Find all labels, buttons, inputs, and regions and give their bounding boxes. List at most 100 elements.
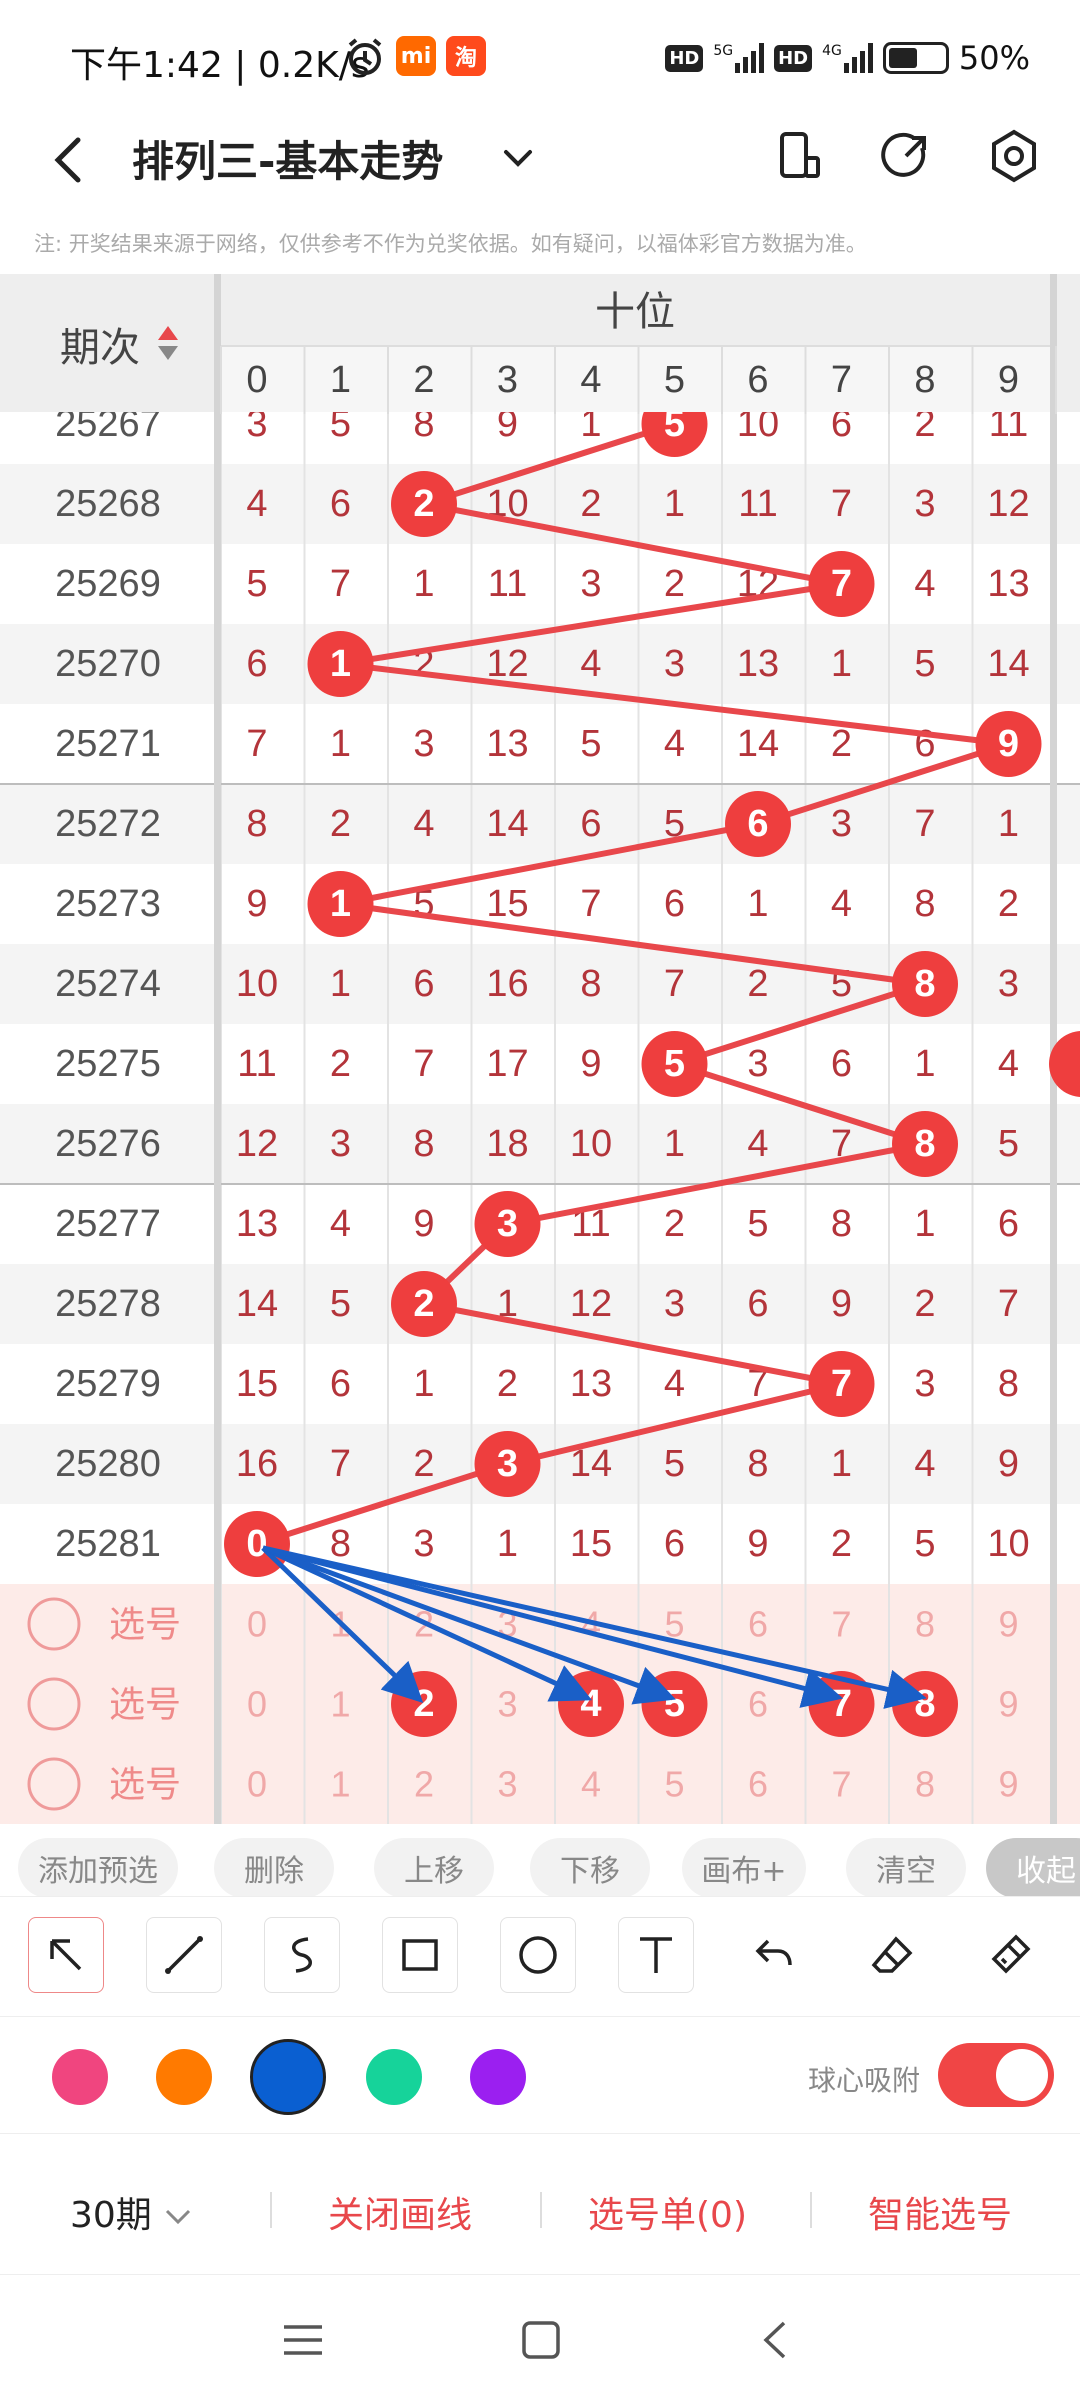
pick-list-button[interactable]: 选号单(0) [588, 2186, 747, 2238]
hit-number: 6 [747, 803, 768, 845]
color-pink[interactable] [52, 2049, 108, 2105]
status-bar: 下午1:42 | 0.2K/s mi 淘 HD 5G HD 4G 50% [0, 0, 1080, 110]
pick-digit: 9 [998, 1604, 1018, 1645]
miss-cell: 5 [914, 1523, 935, 1565]
period-select[interactable]: 30期 [70, 2186, 193, 2238]
clear-brush-tool[interactable] [972, 1917, 1048, 1993]
circle-tool[interactable] [500, 1917, 576, 1993]
color-palette: 球心吸附 [0, 2016, 1080, 2134]
miss-cell: 7 [580, 883, 601, 925]
pick-digit: 1 [330, 1684, 350, 1725]
text-tool[interactable] [618, 1917, 694, 1993]
miss-cell: 3 [664, 1283, 685, 1325]
miss-cell: 1 [664, 483, 685, 525]
color-green[interactable] [366, 2049, 422, 2105]
pick-label: 选号 [109, 1764, 181, 1805]
digit-header: 6 [747, 359, 768, 401]
miss-cell: 3 [998, 963, 1019, 1005]
miss-cell: 6 [747, 1283, 768, 1325]
miss-cell: 1 [330, 963, 351, 1005]
miss-cell: 2 [998, 883, 1019, 925]
color-blue-selected[interactable] [250, 2039, 326, 2115]
back-nav-icon[interactable] [752, 2315, 802, 2365]
select-arrow-tool[interactable] [28, 1917, 104, 1993]
miss-cell: 7 [330, 563, 351, 605]
miss-cell: 14 [987, 643, 1029, 685]
miss-cell: 13 [570, 1363, 612, 1405]
snap-toggle[interactable] [938, 2043, 1054, 2107]
eraser-tool[interactable] [854, 1917, 930, 1993]
hit-number: 3 [497, 1443, 518, 1485]
curve-tool[interactable] [264, 1917, 340, 1993]
page-title: 排列三-基本走势 [132, 137, 444, 186]
miss-cell: 8 [998, 1363, 1019, 1405]
move-up-button[interactable]: 上移 [374, 1838, 494, 1896]
miss-cell: 6 [330, 483, 351, 525]
pick-ball-number: 2 [413, 1683, 434, 1725]
pick-digit: 0 [247, 1764, 267, 1805]
pick-ball-number: 8 [914, 1683, 935, 1725]
color-purple[interactable] [470, 2049, 526, 2105]
period-cell: 25277 [55, 1203, 161, 1245]
miss-cell: 4 [747, 1123, 768, 1165]
app-bar: 排列三-基本走势 [0, 110, 1080, 230]
settings-icon[interactable] [984, 126, 1044, 186]
chevron-down-icon[interactable] [498, 138, 538, 178]
miss-cell: 6 [664, 883, 685, 925]
canvas-plus-button[interactable]: 画布+ [682, 1838, 806, 1896]
taobao-icon: 淘 [446, 36, 486, 76]
pick-label: 选号 [109, 1684, 181, 1725]
miss-cell: 1 [831, 1443, 852, 1485]
miss-cell: 13 [236, 1203, 278, 1245]
period-cell: 25279 [55, 1363, 161, 1405]
pick-digit: 6 [748, 1684, 768, 1725]
miss-cell: 8 [914, 883, 935, 925]
miss-cell: 3 [330, 1123, 351, 1165]
miss-cell: 4 [580, 643, 601, 685]
pick-ball-number: 7 [831, 1683, 852, 1725]
pick-digit: 2 [414, 1764, 434, 1805]
period-cell: 25270 [55, 643, 161, 685]
smart-pick-button[interactable]: 智能选号 [868, 2186, 1012, 2238]
miss-cell: 15 [570, 1523, 612, 1565]
line-tool[interactable] [146, 1917, 222, 1993]
move-down-button[interactable]: 下移 [530, 1838, 650, 1896]
clear-button[interactable]: 清空 [846, 1838, 966, 1896]
miss-cell: 1 [330, 723, 351, 765]
miss-cell: 4 [914, 563, 935, 605]
pick-ball-number: 5 [664, 1683, 685, 1725]
miss-cell: 6 [580, 803, 601, 845]
pick-digit: 1 [330, 1764, 350, 1805]
miss-cell: 6 [413, 963, 434, 1005]
period-divider [214, 274, 221, 1824]
undo-tool[interactable] [736, 1917, 812, 1993]
share-icon[interactable] [876, 126, 936, 186]
phone-icon[interactable] [768, 126, 828, 186]
miss-cell: 12 [987, 483, 1029, 525]
digit-header: 3 [497, 359, 518, 401]
hit-number: 2 [413, 483, 434, 525]
miss-cell: 9 [246, 883, 267, 925]
pick-ball-number: 4 [580, 1683, 601, 1725]
delete-button[interactable]: 删除 [214, 1838, 334, 1896]
rectangle-tool[interactable] [382, 1917, 458, 1993]
close-lines-button[interactable]: 关闭画线 [328, 2186, 472, 2238]
hit-number: 2 [413, 1283, 434, 1325]
period-cell: 25281 [55, 1523, 161, 1565]
back-icon[interactable] [40, 130, 100, 190]
battery-level: 50% [958, 39, 1030, 77]
trend-grid[interactable]: 25267 3 5 8 9 1 10 6 2 11 25268 4 6 10 2 1 11 7 3 12 25269 5 7… [0, 274, 1080, 1824]
collapse-button[interactable]: 收起 [986, 1838, 1080, 1896]
add-preselect-button[interactable]: 添加预选 [18, 1838, 178, 1896]
period-cell: 25278 [55, 1283, 161, 1325]
pick-digit: 8 [915, 1764, 935, 1805]
home-icon[interactable] [516, 2315, 566, 2365]
pick-digit: 9 [998, 1764, 1018, 1805]
miss-cell: 7 [246, 723, 267, 765]
color-orange[interactable] [156, 2049, 212, 2105]
miss-cell: 6 [330, 1363, 351, 1405]
bottom-bar: 30期 关闭画线 选号单(0) 智能选号 [0, 2134, 1080, 2274]
miss-cell: 3 [914, 1363, 935, 1405]
menu-icon[interactable] [278, 2315, 328, 2365]
hit-number: 1 [330, 643, 351, 685]
